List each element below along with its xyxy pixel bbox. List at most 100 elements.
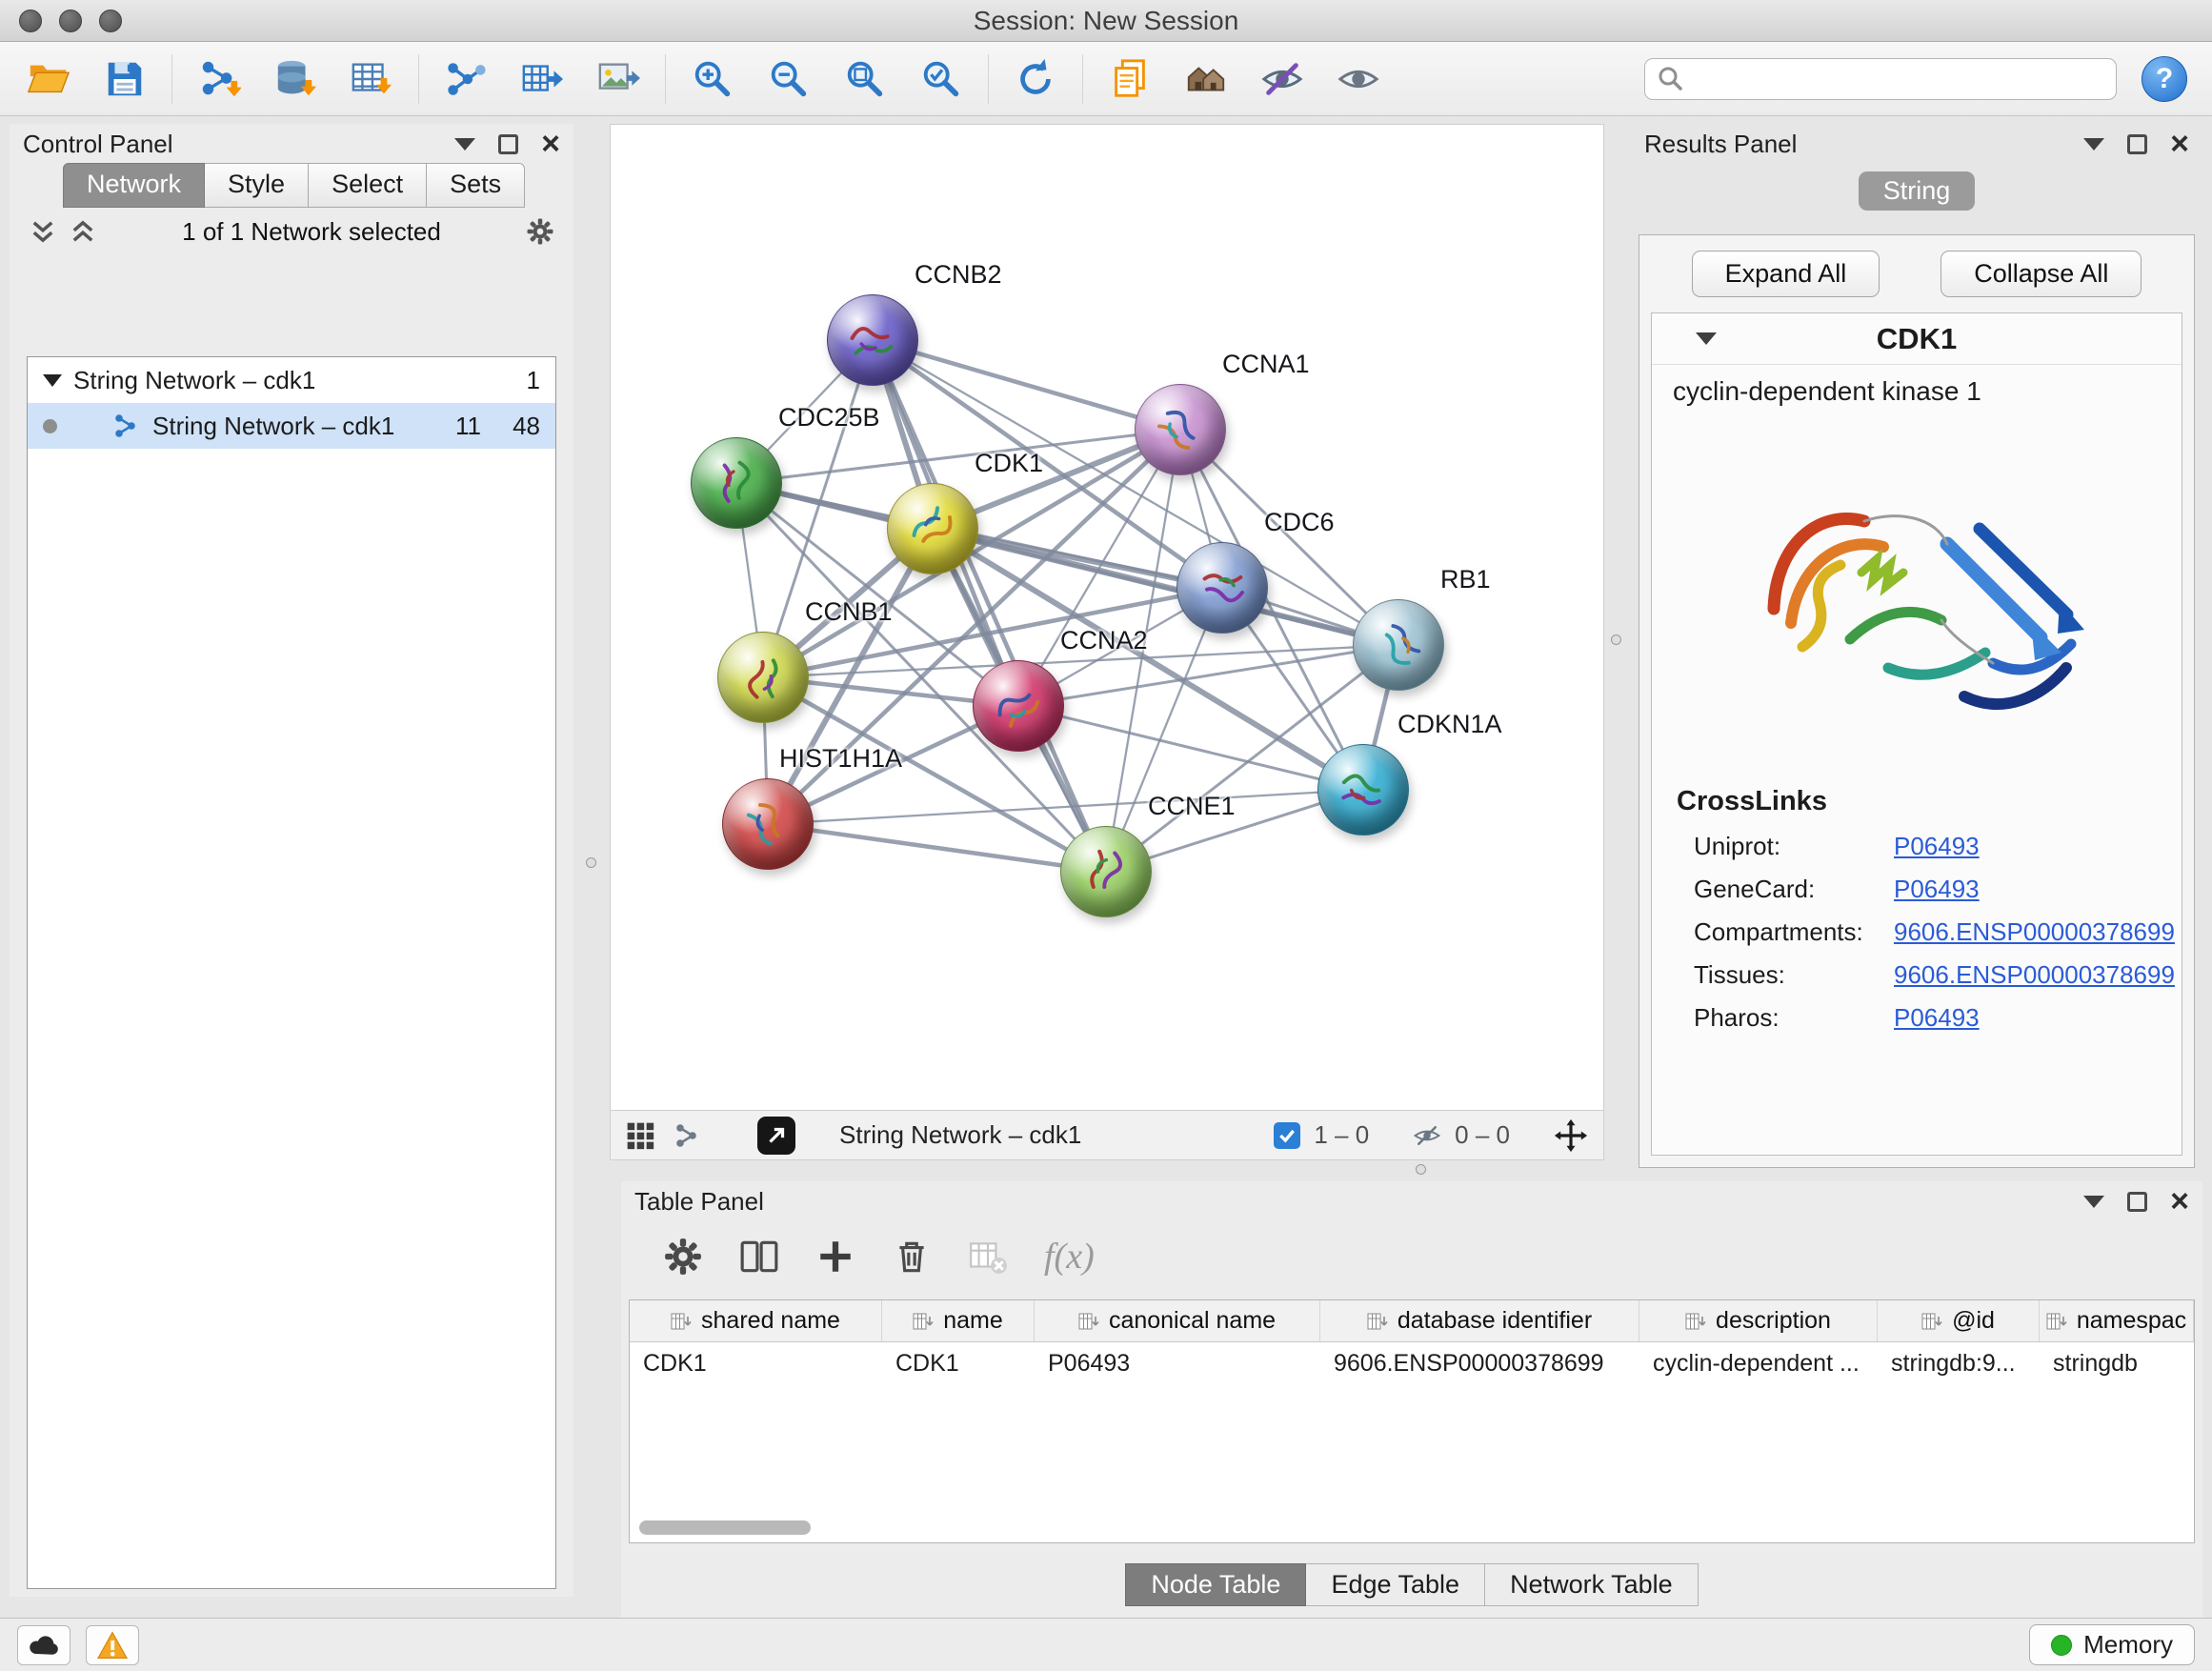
apply-layout-icon[interactable] [1012, 55, 1059, 103]
column-sort-icon[interactable] [1367, 1311, 1388, 1332]
column-header-canonical-name[interactable]: canonical name [1035, 1300, 1320, 1341]
table-cell[interactable]: 9606.ENSP00000378699 [1320, 1342, 1639, 1384]
network-collection-row[interactable]: String Network – cdk1 1 [28, 357, 555, 403]
tab-style[interactable]: Style [205, 163, 309, 208]
close-panel-icon[interactable]: × [2170, 1185, 2189, 1218]
crosslink-value-link[interactable]: P06493 [1894, 832, 1980, 861]
memory-button[interactable]: Memory [2029, 1624, 2195, 1665]
column-header-name[interactable]: name [882, 1300, 1035, 1341]
zoom-in-icon[interactable] [689, 55, 736, 103]
pan-move-icon[interactable] [1554, 1118, 1588, 1153]
save-session-icon[interactable] [101, 55, 149, 103]
hide-selected-icon[interactable] [1258, 55, 1306, 103]
first-neighbors-icon[interactable] [1182, 55, 1230, 103]
close-panel-icon[interactable]: × [541, 128, 560, 160]
tab-string[interactable]: String [1859, 171, 1976, 211]
tab-network-table[interactable]: Network Table [1485, 1563, 1699, 1606]
table-options-gear-icon[interactable] [663, 1237, 703, 1277]
gene-card-header[interactable]: CDK1 [1652, 313, 2182, 365]
column-sort-icon[interactable] [1921, 1311, 1942, 1332]
open-session-icon[interactable] [25, 55, 72, 103]
network-options-gear-icon[interactable] [526, 217, 554, 246]
column-sort-icon[interactable] [671, 1311, 692, 1332]
panel-menu-icon[interactable] [2083, 138, 2104, 151]
node-ccnb2[interactable] [827, 294, 918, 386]
node-ccnb1[interactable] [717, 632, 809, 723]
network-overview-icon[interactable] [674, 1121, 702, 1150]
node-cdc6[interactable] [1176, 542, 1268, 634]
close-window-icon[interactable] [19, 10, 42, 32]
table-cell[interactable]: CDK1 [882, 1342, 1035, 1384]
expand-all-icon[interactable] [69, 217, 97, 246]
column-header-namespac[interactable]: namespac [2040, 1300, 2194, 1341]
node-ccne1[interactable] [1060, 826, 1152, 917]
node-cdkn1a[interactable] [1317, 744, 1409, 836]
table-cell[interactable]: CDK1 [630, 1342, 882, 1384]
table-cell[interactable]: stringdb:9... [1878, 1342, 2040, 1384]
bottom-splitter-handle[interactable] [1416, 1164, 1426, 1175]
import-network-file-icon[interactable] [195, 55, 243, 103]
close-panel-icon[interactable]: × [2170, 128, 2189, 160]
open-in-window-button[interactable] [757, 1117, 795, 1155]
birdseye-view-icon[interactable] [626, 1121, 654, 1150]
search-box[interactable] [1644, 58, 2117, 100]
zoom-selected-icon[interactable] [917, 55, 965, 103]
tab-sets[interactable]: Sets [427, 163, 525, 208]
help-icon[interactable]: ? [2142, 56, 2187, 102]
float-panel-icon[interactable] [2127, 1192, 2147, 1212]
collapse-all-button[interactable]: Collapse All [1941, 251, 2142, 297]
column-header-database-identifier[interactable]: database identifier [1320, 1300, 1639, 1341]
node-cdk1[interactable] [887, 483, 978, 574]
column-sort-icon[interactable] [1078, 1311, 1099, 1332]
tree-expand-icon[interactable] [43, 374, 62, 387]
table-cell[interactable]: stringdb [2040, 1342, 2194, 1384]
node-hist1h1a[interactable] [722, 778, 814, 870]
column-sort-icon[interactable] [2046, 1311, 2067, 1332]
zoom-window-icon[interactable] [99, 10, 122, 32]
table-cell[interactable]: cyclin-dependent ... [1639, 1342, 1878, 1384]
edge-CCNB2-CCNA1[interactable] [873, 340, 1180, 430]
new-network-icon[interactable] [442, 55, 490, 103]
export-image-icon[interactable] [594, 55, 642, 103]
node-ccna1[interactable] [1135, 384, 1226, 475]
node-rb1[interactable] [1353, 599, 1444, 691]
network-row[interactable]: String Network – cdk1 11 48 [28, 403, 555, 449]
import-table-icon[interactable] [348, 55, 395, 103]
panel-menu-icon[interactable] [2083, 1196, 2104, 1208]
search-input[interactable] [1693, 65, 2104, 92]
import-network-database-icon[interactable] [271, 55, 319, 103]
network-from-table-icon[interactable] [518, 55, 566, 103]
zoom-out-icon[interactable] [765, 55, 813, 103]
crosslink-value-link[interactable]: P06493 [1894, 1003, 1980, 1033]
create-column-icon[interactable] [815, 1237, 855, 1277]
table-row[interactable]: CDK1CDK1P064939606.ENSP00000378699cyclin… [630, 1342, 2194, 1384]
left-splitter-handle[interactable] [586, 857, 596, 868]
warning-button[interactable] [86, 1625, 139, 1665]
column-sort-icon[interactable] [1685, 1311, 1706, 1332]
collapse-gene-icon[interactable] [1696, 332, 1717, 345]
minimize-window-icon[interactable] [59, 10, 82, 32]
tab-network[interactable]: Network [63, 163, 205, 208]
network-canvas[interactable]: CCNB2CCNA1CDC25BCDK1CDC6RB1CCNB1CCNA2CDK… [610, 124, 1604, 1111]
copy-document-icon[interactable] [1106, 55, 1154, 103]
edge-CCNB2-CCNE1[interactable] [873, 340, 1106, 872]
crosslink-value-link[interactable]: P06493 [1894, 875, 1980, 904]
panel-menu-icon[interactable] [454, 138, 475, 151]
cloud-status-button[interactable] [17, 1625, 70, 1665]
function-builder-icon[interactable]: f(x) [1044, 1236, 1095, 1278]
column-sort-icon[interactable] [913, 1311, 934, 1332]
edge-HIST1H1A-CCNE1[interactable] [768, 824, 1106, 872]
collapse-all-icon[interactable] [29, 217, 57, 246]
column-header-description[interactable]: description [1639, 1300, 1878, 1341]
node-ccna2[interactable] [973, 660, 1064, 752]
float-panel-icon[interactable] [2127, 134, 2147, 154]
delete-column-icon[interactable] [892, 1237, 932, 1277]
tab-select[interactable]: Select [309, 163, 427, 208]
horizontal-scrollbar[interactable] [639, 1520, 811, 1535]
crosslink-value-link[interactable]: 9606.ENSP00000378699 [1894, 960, 2175, 990]
edge-CCNA2-CDKN1A[interactable] [1018, 706, 1363, 790]
right-splitter-handle[interactable] [1611, 634, 1621, 645]
tab-node-table[interactable]: Node Table [1125, 1563, 1306, 1606]
column-header--id[interactable]: @id [1878, 1300, 2040, 1341]
float-panel-icon[interactable] [498, 134, 518, 154]
